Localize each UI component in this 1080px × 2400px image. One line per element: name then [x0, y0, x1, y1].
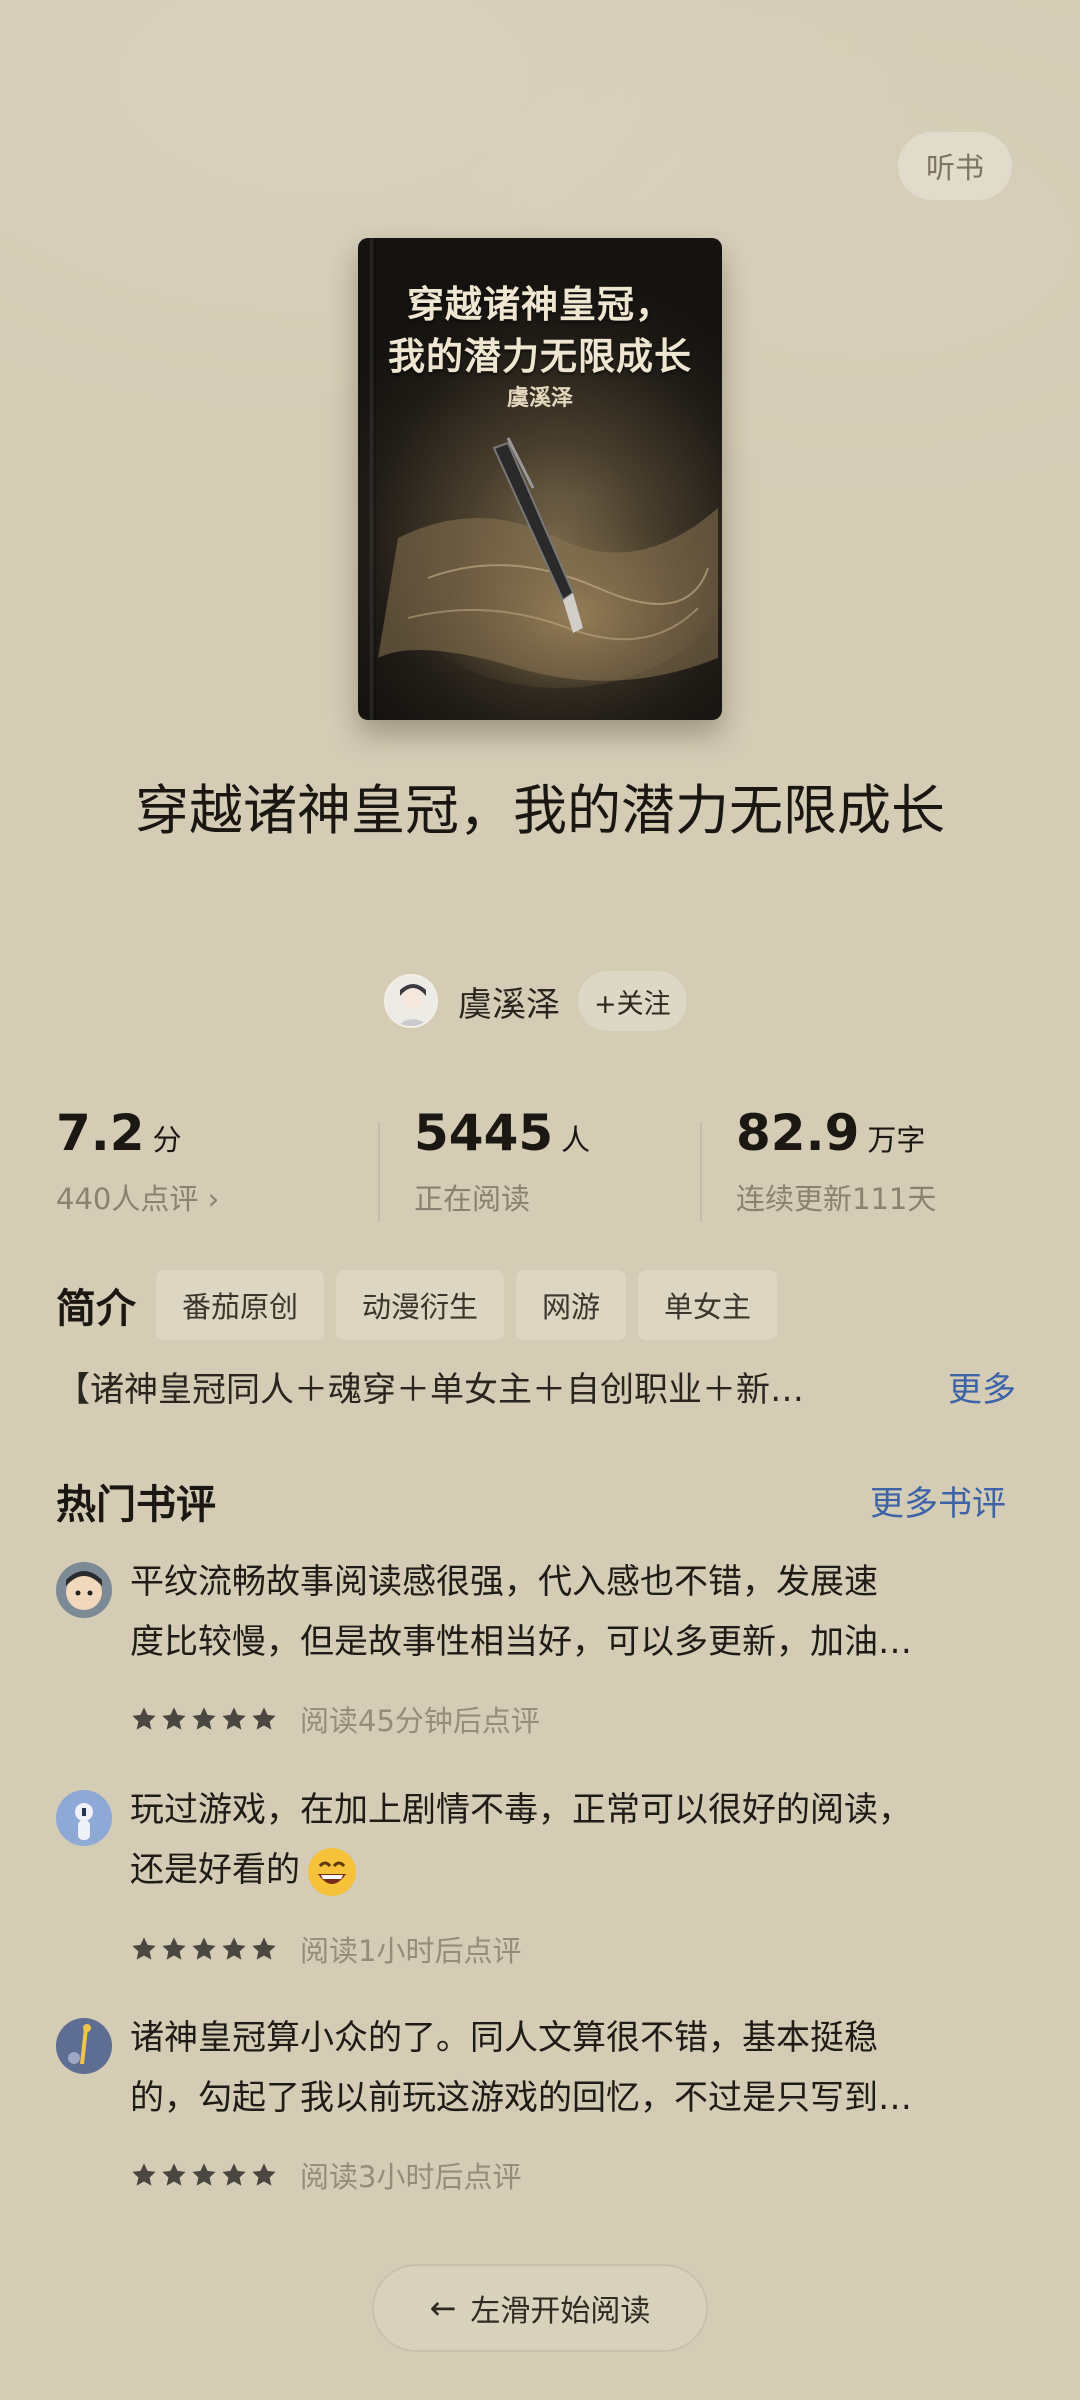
book-cover[interactable]: 穿越诸神皇冠， 我的潜力无限成长 虞溪泽: [358, 238, 722, 720]
star-icon: [162, 2163, 186, 2186]
intro-tags-row: 简介 番茄原创 动漫衍生 网游 单女主: [56, 1270, 789, 1340]
arrow-left-icon: ←: [429, 2289, 457, 2327]
follow-button[interactable]: +关注: [578, 971, 687, 1031]
star-icon: [192, 1937, 216, 1960]
readers-unit: 人: [561, 1123, 591, 1157]
cartoon-avatar-icon[interactable]: [56, 1562, 112, 1618]
star-icon: [222, 2163, 246, 2186]
readers-label: 正在阅读: [414, 1182, 531, 1216]
stat-readers: 5445 人 正在阅读: [414, 1104, 590, 1218]
review-time: 阅读1小时后点评: [300, 1934, 522, 1968]
star-icon: [222, 1937, 246, 1960]
stat-score[interactable]: 7.2 分 440人点评 ›: [56, 1104, 219, 1218]
review-time: 阅读45分钟后点评: [300, 1704, 540, 1738]
book-title: 穿越诸神皇冠，我的潜力无限成长: [135, 779, 945, 842]
review-item[interactable]: 玩过游戏，在加上剧情不毒，正常可以很好的阅读， 还是好看的 阅读1小时后点评: [56, 1788, 1026, 1968]
review-meta: 阅读3小时后点评: [130, 2154, 521, 2196]
score-value: 7.2: [56, 1104, 145, 1162]
review-text: 平纹流畅故事阅读感很强，代入感也不错，发展速 度比较慢，但是故事性相当好，可以多…: [130, 1562, 912, 1662]
review-meta: 阅读45分钟后点评: [130, 1698, 540, 1740]
star-icon: [132, 1707, 156, 1730]
stat-words: 82.9 万字 连续更新111天: [736, 1104, 936, 1218]
review-item[interactable]: 诸神皇冠算小众的了。同人文算很不错，基本挺稳 的，勾起了我以前玩这游戏的回忆，不…: [56, 2016, 1026, 2196]
review-time: 阅读3小时后点评: [300, 2160, 522, 2194]
more-reviews-link[interactable]: 更多书评: [870, 1476, 1006, 1525]
hot-reviews-title: 热门书评: [56, 1482, 216, 1528]
cover-title: 穿越诸神皇冠， 我的潜力无限成长: [388, 282, 692, 378]
review-meta: 阅读1小时后点评: [130, 1928, 521, 1970]
star-icon: [162, 1937, 186, 1960]
review-text: 玩过游戏，在加上剧情不毒，正常可以很好的阅读， 还是好看的: [130, 1780, 1030, 1900]
cover-author: 虞溪泽: [506, 386, 573, 411]
words-unit: 万字: [867, 1123, 926, 1157]
author-row: 虞溪泽 +关注: [384, 970, 687, 1032]
score-count-link[interactable]: 440人点评 ›: [56, 1176, 219, 1218]
swipe-to-read-button[interactable]: ← 左滑开始阅读: [372, 2264, 708, 2352]
blue-avatar-icon[interactable]: [56, 1790, 112, 1846]
star-icon: [252, 1707, 276, 1730]
intro-label: 简介: [56, 1286, 136, 1332]
author-avatar-icon: [386, 976, 436, 1026]
stat-divider: [378, 1122, 380, 1222]
star-rating: [130, 1935, 280, 1963]
intro-more-link[interactable]: 更多: [948, 1362, 1016, 1411]
star-icon: [132, 2163, 156, 2186]
grinning-face-icon: [308, 1847, 356, 1896]
author-name[interactable]: 虞溪泽: [458, 977, 560, 1026]
tag-chip[interactable]: 动漫衍生: [336, 1270, 505, 1340]
readers-value: 5445: [414, 1104, 554, 1162]
tag-chip[interactable]: 单女主: [638, 1270, 778, 1340]
star-icon: [162, 1707, 186, 1730]
star-icon: [222, 1707, 246, 1730]
tag-chip[interactable]: 网游: [516, 1270, 627, 1340]
stat-divider: [700, 1122, 702, 1222]
intro-text[interactable]: 【诸神皇冠同人＋魂穿＋单女主＋自创职业＋新…: [56, 1362, 916, 1411]
star-icon: [252, 1937, 276, 1960]
update-streak: 连续更新111天: [736, 1182, 937, 1216]
words-value: 82.9: [736, 1104, 860, 1162]
star-icon: [192, 2163, 216, 2186]
star-icon: [132, 1937, 156, 1960]
star-icon: [252, 2163, 276, 2186]
star-icon: [192, 1707, 216, 1730]
tag-chip[interactable]: 番茄原创: [156, 1270, 325, 1340]
author-avatar[interactable]: [384, 974, 438, 1028]
review-item[interactable]: 平纹流畅故事阅读感很强，代入感也不错，发展速 度比较慢，但是故事性相当好，可以多…: [56, 1560, 1026, 1740]
listen-button[interactable]: 听书: [898, 132, 1012, 200]
score-unit: 分: [152, 1123, 182, 1157]
night-avatar-icon[interactable]: [56, 2018, 112, 2074]
stats-bar: 7.2 分 440人点评 › 5445 人 正在阅读 82.9 万字 连续更新111天: [0, 1104, 1080, 1234]
star-rating: [130, 1705, 280, 1733]
review-text: 诸神皇冠算小众的了。同人文算很不错，基本挺稳 的，勾起了我以前玩这游戏的回忆，不…: [130, 2018, 912, 2118]
star-rating: [130, 2161, 280, 2189]
swipe-label: 左滑开始阅读: [470, 2294, 651, 2329]
